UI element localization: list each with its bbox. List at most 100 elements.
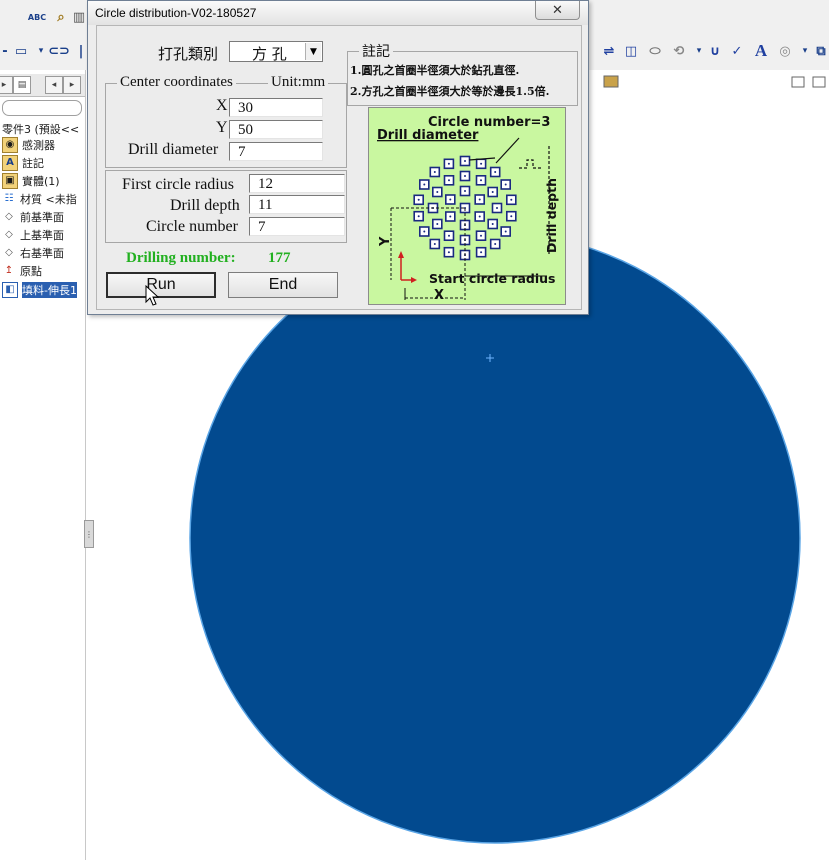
tree-item-front-plane[interactable]: ◇ 前基準面: [2, 208, 64, 225]
unit-label: Unit:mm: [268, 74, 329, 91]
drill-diameter-input[interactable]: 7: [229, 142, 323, 161]
material-icon: ☷: [4, 193, 14, 204]
hole-center-dot: [448, 234, 450, 237]
hole-center-dot: [423, 230, 426, 233]
center-coordinates-title: Center coordinates: [117, 74, 236, 91]
hole-type-value: 方 孔: [252, 45, 287, 63]
hole-center-dot: [478, 215, 481, 218]
sensor-icon: ◉: [2, 136, 18, 153]
tree-item-label: 填料-伸長1: [22, 281, 77, 298]
hole-center-dot: [433, 243, 436, 245]
center-x-input[interactable]: 30: [229, 98, 323, 117]
scroll-left-icon[interactable]: ◂: [45, 76, 63, 94]
hole-center-dot: [480, 251, 483, 254]
tree-item-solid-bodies[interactable]: ▣ 實體(1): [2, 172, 60, 189]
illustration-diagram: Circle number=3 Drill diameter Start cir…: [377, 115, 559, 303]
hole-center-dot: [449, 198, 452, 201]
drill-depth-input[interactable]: 11: [249, 195, 345, 214]
plane-icon: ◇: [5, 229, 13, 240]
hole-center-dot: [436, 223, 439, 225]
extruded-disc[interactable]: [189, 232, 801, 844]
hole-center-dot: [480, 179, 482, 182]
hole-center-dot: [417, 215, 420, 218]
tree-item-label: 原點: [20, 264, 42, 278]
y-label: Y: [216, 119, 228, 136]
hole-center-dot: [494, 243, 497, 245]
drill-depth-text: Drill depth: [544, 178, 559, 253]
hole-center-dot: [436, 191, 439, 193]
dialog-titlebar[interactable]: Circle distribution-V02-180527 ✕: [88, 1, 588, 25]
solid-body-icon: ▣: [2, 172, 18, 189]
x-axis-text: X: [434, 288, 444, 303]
mouse-pointer-icon: [145, 285, 159, 306]
note-2: 2.方孔之首圈半徑須大於等於邊長1.5倍.: [350, 85, 550, 98]
first-circle-radius-input[interactable]: 12: [249, 174, 345, 193]
tab-feature-tree[interactable]: ▸: [0, 76, 13, 94]
tree-item-label: 註記: [22, 156, 44, 170]
tree-item-extrude[interactable]: ◧ 填料-伸長1: [2, 281, 77, 298]
circle-number-label: Circle number: [146, 218, 238, 235]
dialog-title: Circle distribution-V02-180527: [95, 6, 257, 20]
hole-center-dot: [423, 183, 426, 186]
chevron-down-icon[interactable]: ▼: [305, 43, 321, 60]
hole-center-dot: [491, 191, 494, 193]
drill-diameter-text: Drill diameter: [377, 128, 479, 143]
hole-center-dot: [504, 230, 507, 233]
tree-item-material[interactable]: ☷ 材質 <未指: [2, 190, 77, 207]
hole-center-dot: [464, 175, 466, 177]
tree-item-label: 右基準面: [20, 246, 64, 260]
notes-title: 註記: [359, 41, 393, 61]
hole-center-dot: [447, 251, 450, 254]
circle-number-input[interactable]: 7: [249, 217, 345, 236]
close-button[interactable]: ✕: [535, 1, 580, 20]
tab-property-manager[interactable]: ▤: [13, 76, 31, 94]
y-axis-text: Y: [378, 236, 393, 247]
hole-center-dot: [491, 223, 494, 225]
tree-item-origin[interactable]: ↥ 原點: [2, 262, 42, 279]
hole-center-dot: [496, 207, 498, 209]
hole-center-dot: [448, 179, 450, 182]
hole-center-dot: [449, 215, 452, 218]
view-icons[interactable]: [603, 75, 826, 88]
hole-center-dot: [510, 198, 513, 201]
annotation-icon: A: [2, 154, 18, 171]
extrude-icon: ◧: [2, 281, 18, 298]
note-1: 1.圓孔之首圈半徑須大於鉆孔直徑.: [350, 64, 520, 77]
tree-filter-input[interactable]: [2, 100, 82, 116]
panel-tab-strip: ▸ ▤ ◂ ▸: [0, 74, 85, 97]
hole-center-dot: [478, 198, 481, 201]
tree-item-label: 上基準面: [20, 228, 64, 242]
tree-item-label: 前基準面: [20, 210, 64, 224]
feature-manager-panel: ▸ ▤ ◂ ▸ 零件3 (預設<< ◉ 感測器 A 註記 ▣ 實體(1) ☷ 材…: [0, 70, 86, 860]
hole-center-dot: [417, 198, 420, 201]
tree-item-top-plane[interactable]: ◇ 上基準面: [2, 226, 64, 243]
hole-center-dot: [480, 162, 483, 165]
x-label: X: [216, 97, 228, 114]
hole-center-dot: [510, 215, 513, 218]
tree-item-label: 實體(1): [22, 174, 60, 188]
plane-icon: ◇: [5, 211, 13, 222]
tree-item-right-plane[interactable]: ◇ 右基準面: [2, 244, 64, 261]
drilling-number-value: 177: [268, 250, 291, 266]
start-radius-text: Start circle radius: [429, 271, 555, 286]
circle-distribution-dialog: Circle distribution-V02-180527 ✕ 打孔類別 方 …: [87, 0, 589, 315]
tree-item-annotations[interactable]: A 註記: [2, 154, 44, 171]
hole-center-dot: [480, 234, 482, 237]
tree-item-label: 材質 <未指: [20, 192, 77, 206]
origin-icon: ↥: [4, 265, 14, 276]
hole-center-dot: [447, 162, 450, 165]
end-button[interactable]: End: [228, 272, 338, 298]
tree-item-part[interactable]: 零件3 (預設<<: [2, 120, 79, 137]
drill-diameter-label: Drill diameter: [128, 141, 219, 158]
hole-center-dot: [464, 160, 466, 162]
scroll-right-icon[interactable]: ▸: [63, 76, 81, 94]
end-button-label: End: [268, 276, 298, 293]
center-y-input[interactable]: 50: [229, 120, 323, 139]
panel-splitter-handle[interactable]: ⋮: [84, 520, 94, 548]
hole-pattern-illustration: Circle number=3 Drill diameter Start cir…: [368, 107, 566, 305]
hole-type-label: 打孔類別: [158, 45, 219, 63]
tree-item-sensors[interactable]: ◉ 感測器: [2, 136, 55, 153]
hole-center-dot: [433, 171, 436, 173]
run-button[interactable]: Run: [106, 272, 216, 298]
hole-type-select[interactable]: 方 孔 ▼: [229, 41, 323, 63]
